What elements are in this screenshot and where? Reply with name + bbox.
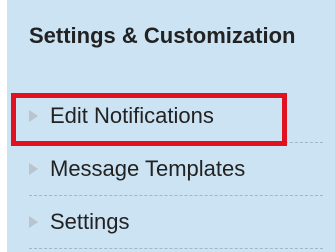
menu-item-message-templates[interactable]: Message Templates bbox=[7, 143, 335, 196]
menu-item-label: Edit Notifications bbox=[50, 103, 214, 128]
arrow-right-icon bbox=[29, 216, 38, 228]
menu-item-label: Settings bbox=[50, 209, 130, 234]
menu-item-label: Message Templates bbox=[50, 156, 246, 181]
arrow-right-icon bbox=[29, 163, 38, 175]
divider bbox=[29, 248, 323, 249]
section-title: Settings & Customization bbox=[29, 23, 296, 48]
settings-panel: Settings & Customization Edit Notificati… bbox=[7, 0, 335, 252]
menu-item-settings[interactable]: Settings bbox=[7, 196, 335, 249]
menu-item-edit-notifications[interactable]: Edit Notifications bbox=[7, 90, 335, 143]
arrow-right-icon bbox=[29, 110, 38, 122]
